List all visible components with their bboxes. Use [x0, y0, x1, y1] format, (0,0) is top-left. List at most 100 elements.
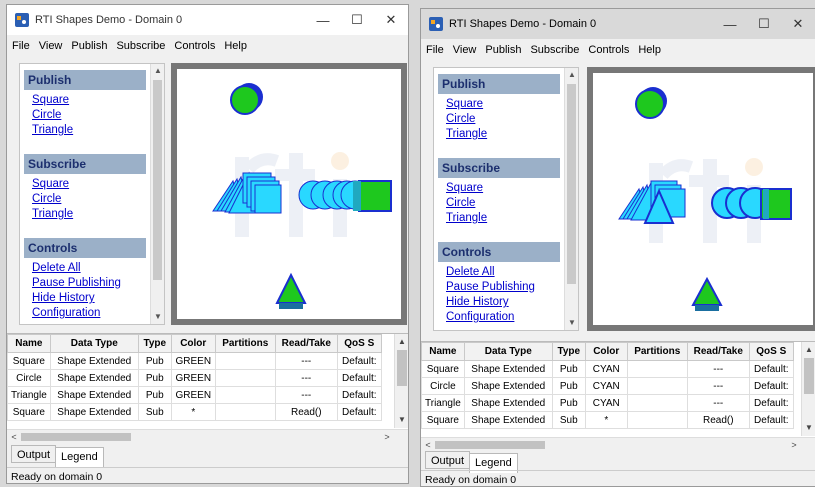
maximize-icon[interactable]: ☐: [747, 9, 781, 39]
close-icon[interactable]: ✕: [374, 5, 408, 35]
column-header[interactable]: Name: [421, 342, 465, 361]
table-cell: Pub: [137, 352, 172, 370]
column-header[interactable]: Data Type: [49, 334, 139, 353]
scroll-right-icon[interactable]: >: [380, 430, 394, 443]
scroll-left-icon[interactable]: <: [7, 430, 21, 443]
title-bar[interactable]: RTI Shapes Demo - Domain 0 — ☐ ✕: [7, 5, 408, 35]
delete-all-link[interactable]: Delete All: [32, 261, 146, 276]
scroll-up-icon[interactable]: ▲: [151, 64, 165, 78]
pause-publishing-link[interactable]: Pause Publishing: [32, 276, 146, 291]
menu-file[interactable]: File: [12, 40, 30, 52]
scroll-up-icon[interactable]: ▲: [802, 344, 815, 356]
publish-section: Publish Square Circle Triangle: [438, 74, 560, 142]
menu-controls[interactable]: Controls: [174, 40, 215, 52]
delete-all-link[interactable]: Delete All: [446, 265, 560, 280]
table-row[interactable]: Triangle Shape Extended Pub GREEN --- De…: [7, 386, 382, 404]
hide-history-link[interactable]: Hide History: [446, 295, 560, 310]
menu-publish[interactable]: Publish: [71, 40, 107, 52]
menu-view[interactable]: View: [453, 44, 477, 56]
table-row[interactable]: Square Shape Extended Pub GREEN --- Defa…: [7, 352, 382, 370]
publish-circle-link[interactable]: Circle: [446, 112, 560, 127]
menu-help[interactable]: Help: [638, 44, 661, 56]
publish-square-link[interactable]: Square: [446, 97, 560, 112]
publish-triangle-link[interactable]: Triangle: [446, 127, 560, 142]
pause-publishing-link[interactable]: Pause Publishing: [446, 280, 560, 295]
column-header[interactable]: Partitions: [626, 342, 688, 361]
table-cell: [626, 360, 688, 378]
tab-output[interactable]: Output: [425, 451, 471, 469]
scroll-down-icon[interactable]: ▼: [395, 414, 408, 426]
scroll-down-icon[interactable]: ▼: [565, 316, 579, 330]
scroll-thumb[interactable]: [804, 358, 814, 394]
sidebar-scrollbar[interactable]: ▲ ▼: [150, 64, 164, 324]
subscribe-square-link[interactable]: Square: [32, 177, 146, 192]
menu-help[interactable]: Help: [224, 40, 247, 52]
menu-subscribe[interactable]: Subscribe: [116, 40, 165, 52]
table-cell: Pub: [551, 394, 586, 412]
configuration-link[interactable]: Configuration: [446, 310, 560, 325]
scroll-thumb[interactable]: [21, 433, 131, 441]
column-header[interactable]: Partitions: [214, 334, 276, 353]
column-header[interactable]: Read/Take: [274, 334, 338, 353]
sidebar-scrollbar[interactable]: ▲ ▼: [564, 68, 578, 330]
hide-history-link[interactable]: Hide History: [32, 291, 146, 306]
scroll-thumb[interactable]: [397, 350, 407, 386]
menu-publish[interactable]: Publish: [485, 44, 521, 56]
scroll-down-icon[interactable]: ▼: [802, 422, 815, 434]
scroll-up-icon[interactable]: ▲: [565, 68, 579, 82]
publish-square-link[interactable]: Square: [32, 93, 146, 108]
menu-subscribe[interactable]: Subscribe: [530, 44, 579, 56]
green-triangle-shape: [691, 276, 723, 311]
column-header[interactable]: Data Type: [463, 342, 553, 361]
column-header[interactable]: Name: [7, 334, 51, 353]
shapes-canvas[interactable]: [587, 67, 815, 331]
column-header[interactable]: QoS S: [748, 342, 794, 361]
column-header[interactable]: Color: [170, 334, 216, 353]
column-header[interactable]: Type: [137, 334, 172, 353]
menu-file[interactable]: File: [426, 44, 444, 56]
close-icon[interactable]: ✕: [781, 9, 815, 39]
scroll-down-icon[interactable]: ▼: [151, 310, 165, 324]
table-row[interactable]: Circle Shape Extended Pub CYAN --- Defau…: [421, 377, 794, 395]
table-row[interactable]: Square Shape Extended Pub CYAN --- Defau…: [421, 360, 794, 378]
table-horizontal-scrollbar[interactable]: < >: [421, 437, 815, 451]
table-cell: Pub: [137, 386, 172, 404]
column-header[interactable]: Color: [584, 342, 628, 361]
minimize-icon[interactable]: —: [713, 9, 747, 39]
table-row[interactable]: Square Shape Extended Sub * Read() Defau…: [421, 411, 794, 429]
tab-output[interactable]: Output: [11, 445, 57, 463]
scroll-up-icon[interactable]: ▲: [395, 336, 408, 348]
column-header[interactable]: Read/Take: [686, 342, 750, 361]
tab-legend[interactable]: Legend: [55, 447, 104, 467]
table-vertical-scrollbar[interactable]: ▲ ▼: [394, 334, 408, 428]
title-bar[interactable]: RTI Shapes Demo - Domain 0 — ☐ ✕: [421, 9, 815, 39]
table-cell: Square: [421, 360, 465, 378]
scroll-thumb[interactable]: [435, 441, 545, 449]
scroll-thumb[interactable]: [153, 80, 162, 280]
subscribe-square-link[interactable]: Square: [446, 181, 560, 196]
publish-triangle-link[interactable]: Triangle: [32, 123, 146, 138]
minimize-icon[interactable]: —: [306, 5, 340, 35]
table-row[interactable]: Square Shape Extended Sub * Read() Defau…: [7, 403, 382, 421]
configuration-link[interactable]: Configuration: [32, 306, 146, 321]
shapes-canvas[interactable]: [171, 63, 407, 325]
table-row[interactable]: Circle Shape Extended Pub GREEN --- Defa…: [7, 369, 382, 387]
menu-view[interactable]: View: [39, 40, 63, 52]
subscribe-circle-link[interactable]: Circle: [32, 192, 146, 207]
table-cell: Circle: [7, 369, 51, 387]
subscribe-triangle-link[interactable]: Triangle: [446, 211, 560, 226]
subscribe-circle-link[interactable]: Circle: [446, 196, 560, 211]
publish-circle-link[interactable]: Circle: [32, 108, 146, 123]
scroll-left-icon[interactable]: <: [421, 438, 435, 451]
column-header[interactable]: Type: [551, 342, 586, 361]
maximize-icon[interactable]: ☐: [340, 5, 374, 35]
menu-controls[interactable]: Controls: [588, 44, 629, 56]
column-header[interactable]: QoS S: [336, 334, 382, 353]
table-horizontal-scrollbar[interactable]: < >: [7, 429, 408, 443]
subscribe-triangle-link[interactable]: Triangle: [32, 207, 146, 222]
scroll-right-icon[interactable]: >: [787, 438, 801, 451]
table-vertical-scrollbar[interactable]: ▲ ▼: [801, 342, 815, 436]
table-row[interactable]: Triangle Shape Extended Pub CYAN --- Def…: [421, 394, 794, 412]
table-cell: [214, 369, 276, 387]
scroll-thumb[interactable]: [567, 84, 576, 284]
